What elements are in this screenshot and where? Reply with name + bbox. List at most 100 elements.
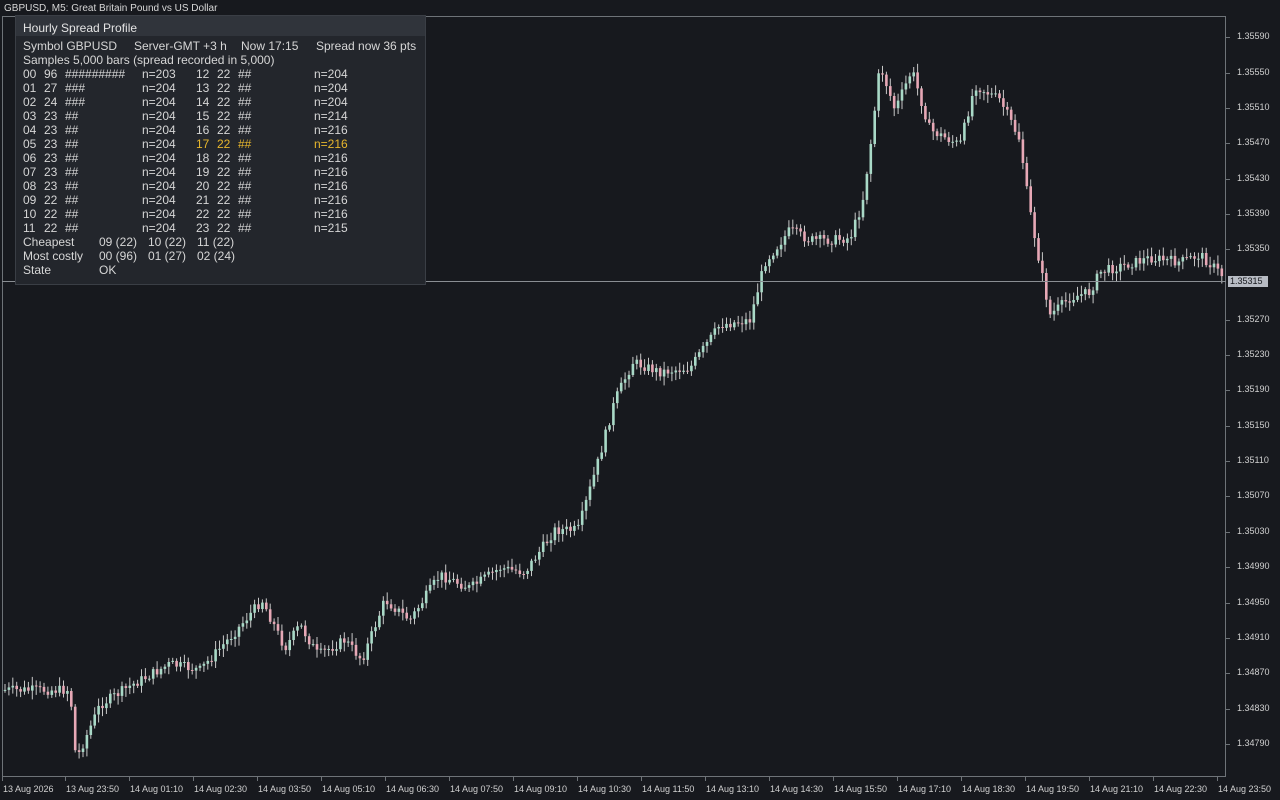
bull-candle <box>370 626 373 652</box>
bull-candle <box>229 630 233 646</box>
bear-candle <box>889 78 892 101</box>
price-tick <box>1226 73 1230 74</box>
candle-body <box>261 602 264 609</box>
bear-candle <box>456 574 459 588</box>
bear-candle <box>522 571 525 580</box>
spread-profile-panel[interactable]: Hourly Spread Profile Symbol GBPUSD Serv… <box>15 15 426 285</box>
time-tick-label: 14 Aug 02:30 <box>194 784 248 794</box>
price-tick-label: 1.35230 <box>1237 349 1270 359</box>
bear-candle <box>38 681 42 693</box>
bull-candle <box>1158 249 1161 267</box>
bull-candle <box>1056 297 1060 316</box>
bear-candle <box>401 599 405 621</box>
candle-body <box>1220 268 1224 277</box>
bull-candle <box>382 596 385 625</box>
candle-body <box>853 219 857 238</box>
hour-spread-bar: ## <box>238 137 252 151</box>
candle-body <box>846 238 849 243</box>
price-axis[interactable] <box>1226 0 1280 800</box>
candle-body <box>50 690 54 695</box>
bull-candle <box>584 496 588 520</box>
panel-header[interactable]: Hourly Spread Profile <box>16 16 425 36</box>
candle-body <box>284 645 288 651</box>
candle-body <box>666 369 670 374</box>
candle-body <box>1033 212 1036 239</box>
candle-body <box>1084 289 1087 295</box>
candle-body <box>534 559 537 561</box>
bull-candle <box>861 191 865 221</box>
bull-candle <box>194 665 198 679</box>
candle-body <box>85 735 89 749</box>
hour-sample-count: n=204 <box>314 67 348 81</box>
candle-body <box>588 486 592 500</box>
candle-body <box>764 266 767 272</box>
bull-candle <box>655 363 658 381</box>
bear-candle <box>1045 268 1048 308</box>
hour-sample-count: n=204 <box>142 221 176 235</box>
candle-body <box>7 687 11 690</box>
candle-body <box>530 560 533 571</box>
most-costly-label: Most costly <box>23 249 84 263</box>
bear-candle <box>475 575 479 593</box>
candle-body <box>444 572 447 583</box>
hour-spread-value: 22 <box>217 165 231 179</box>
bear-candle <box>1162 247 1165 266</box>
bear-candle <box>569 522 572 538</box>
time-tick <box>1025 777 1026 781</box>
hour-sample-count: n=204 <box>314 81 348 95</box>
candle-body <box>93 714 96 726</box>
bull-candle <box>963 119 966 145</box>
candle-body <box>1130 267 1134 269</box>
candle-body <box>896 100 900 109</box>
bull-candle <box>346 637 350 647</box>
bull-candle <box>760 264 763 302</box>
bear-candle <box>101 697 104 717</box>
hour-spread-bar: ## <box>238 109 252 123</box>
hour-label: 11 <box>23 221 36 235</box>
bear-candle <box>280 624 284 651</box>
bull-candle <box>311 639 315 647</box>
price-tick-label: 1.35390 <box>1237 208 1270 218</box>
bear-candle <box>881 65 884 82</box>
price-tick-label: 1.34830 <box>1237 703 1270 713</box>
candle-body <box>456 578 459 584</box>
hour-spread-bar: ## <box>65 137 79 151</box>
panel-title: Hourly Spread Profile <box>23 21 138 35</box>
candle-body <box>1041 260 1044 274</box>
bear-candle <box>1087 282 1091 299</box>
time-tick-label: 14 Aug 03:50 <box>258 784 312 794</box>
hour-label: 02 <box>23 95 37 109</box>
bull-candle <box>752 296 756 330</box>
price-tick-label: 1.35270 <box>1237 314 1270 324</box>
candle-body <box>475 581 479 584</box>
hour-spread-value: 23 <box>44 179 58 193</box>
candle-body <box>1068 301 1071 303</box>
candle-body <box>323 648 327 650</box>
bear-candle <box>393 604 397 616</box>
candle-body <box>1064 300 1068 302</box>
candle-body <box>194 667 198 671</box>
bull-candle <box>109 689 112 708</box>
time-axis[interactable] <box>0 777 1280 800</box>
bear-candle <box>1204 247 1208 268</box>
bear-candle <box>678 362 681 380</box>
bear-candle <box>1111 260 1114 281</box>
hour-label: 10 <box>23 207 37 221</box>
candle-body <box>81 748 85 752</box>
candle-body <box>495 570 498 573</box>
hour-spread-value: 23 <box>44 123 58 137</box>
candle-body <box>830 243 834 245</box>
candle-body <box>838 235 841 240</box>
candle-body <box>272 621 276 625</box>
hour-spread-value: 22 <box>217 81 231 95</box>
hour-sample-count: n=216 <box>314 123 348 137</box>
candle-body <box>647 364 650 371</box>
bear-candle <box>144 668 147 683</box>
time-tick <box>577 777 578 781</box>
price-tick <box>1226 567 1230 568</box>
candle-body <box>62 685 65 694</box>
candle-body <box>307 636 311 645</box>
candle-body <box>319 648 323 650</box>
hour-spread-value: 22 <box>217 137 231 151</box>
bull-candle <box>81 744 85 758</box>
